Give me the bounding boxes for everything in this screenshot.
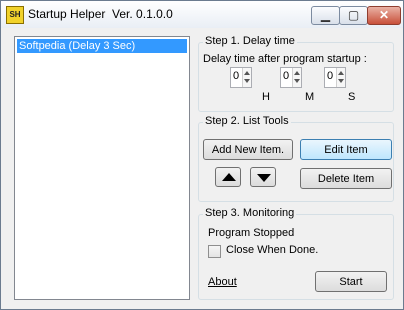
hours-spin-arrows[interactable] (242, 68, 251, 87)
seconds-value: 0 (327, 70, 334, 82)
maximize-button[interactable]: ▢ (339, 6, 368, 25)
seconds-spin-arrows[interactable] (336, 68, 345, 87)
minutes-value: 0 (283, 70, 290, 82)
about-link[interactable]: About (208, 276, 237, 288)
move-down-button[interactable] (250, 167, 276, 187)
close-button[interactable]: ✕ (367, 6, 401, 25)
startup-items-list[interactable]: Softpedia (Delay 3 Sec) (14, 36, 190, 300)
minutes-unit-label: M (305, 91, 315, 103)
minimize-button[interactable]: ▁ (311, 6, 340, 25)
minutes-spinner[interactable]: 0 (280, 67, 302, 88)
close-when-done-label[interactable]: Close When Done. (226, 244, 318, 256)
add-new-item-button[interactable]: Add New Item. (203, 139, 293, 160)
window-title: Startup Helper Ver. 0.1.0.0 (28, 7, 173, 21)
start-button[interactable]: Start (315, 271, 387, 292)
hours-spinner[interactable]: 0 (230, 67, 252, 88)
spin-down-icon[interactable] (294, 79, 300, 83)
minutes-spin-arrows[interactable] (292, 68, 301, 87)
list-item[interactable]: Softpedia (Delay 3 Sec) (17, 39, 187, 53)
spin-up-icon[interactable] (338, 71, 344, 75)
move-up-button[interactable] (215, 167, 241, 187)
arrow-up-icon (222, 173, 236, 181)
spin-up-icon[interactable] (294, 71, 300, 75)
edit-item-button[interactable]: Edit Item (300, 139, 392, 160)
maximize-icon: ▢ (347, 8, 360, 22)
delay-time-group-title: Step 1. Delay time (203, 35, 297, 47)
seconds-unit-label: S (348, 91, 356, 103)
spin-down-icon[interactable] (244, 79, 250, 83)
program-status-text: Program Stopped (208, 227, 295, 239)
monitoring-group-title: Step 3. Monitoring (203, 207, 297, 219)
arrow-down-icon (257, 174, 271, 182)
close-when-done-checkbox[interactable] (208, 245, 221, 258)
app-icon: SH (6, 6, 24, 24)
close-icon: ✕ (378, 8, 390, 22)
seconds-spinner[interactable]: 0 (324, 67, 346, 88)
spin-up-icon[interactable] (244, 71, 250, 75)
list-tools-group-title: Step 2. List Tools (203, 115, 291, 127)
list-tools-group: Step 2. List Tools (198, 115, 394, 202)
minimize-icon: ▁ (320, 8, 331, 22)
title-bar[interactable]: SH Startup Helper Ver. 0.1.0.0 ▁ ▢ ✕ (1, 1, 403, 28)
delay-time-label: Delay time after program startup : (203, 53, 367, 65)
hours-value: 0 (233, 70, 240, 82)
spin-down-icon[interactable] (338, 79, 344, 83)
delete-item-button[interactable]: Delete Item (300, 168, 392, 189)
hours-unit-label: H (262, 91, 270, 103)
